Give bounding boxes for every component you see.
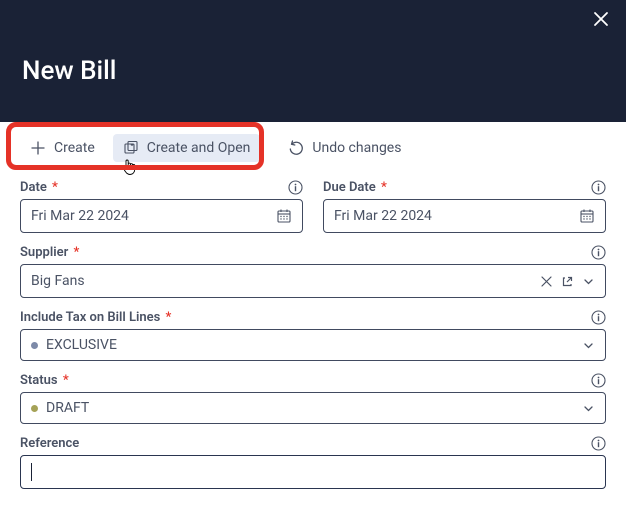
supplier-label: Supplier *: [20, 245, 79, 260]
external-link-icon[interactable]: [561, 275, 574, 288]
info-icon[interactable]: [288, 180, 303, 195]
undo-label: Undo changes: [312, 140, 401, 156]
reference-label: Reference: [20, 436, 79, 451]
reference-text-input[interactable]: [40, 464, 595, 480]
form-content: Date * Fri Mar 22 2024 Due Date * Fri: [0, 174, 626, 495]
supplier-input[interactable]: Big Fans: [20, 264, 606, 298]
status-label: Status *: [20, 373, 69, 388]
status-dot-icon: [31, 405, 38, 412]
date-input[interactable]: Fri Mar 22 2024: [20, 199, 303, 233]
plus-icon: [30, 140, 46, 156]
undo-icon: [288, 140, 304, 156]
create-open-icon: [123, 140, 139, 156]
supplier-value: Big Fans: [31, 273, 532, 289]
calendar-icon[interactable]: [579, 208, 595, 224]
toolbar: Create Create and Open Undo changes: [0, 122, 626, 174]
status-value: DRAFT: [46, 400, 574, 416]
status-select[interactable]: DRAFT: [20, 392, 606, 424]
chevron-down-icon[interactable]: [582, 339, 595, 352]
info-icon[interactable]: [591, 436, 606, 451]
date-value: Fri Mar 22 2024: [31, 208, 268, 224]
undo-button[interactable]: Undo changes: [278, 134, 411, 162]
status-field: Status * DRAFT: [20, 373, 606, 424]
info-icon[interactable]: [591, 373, 606, 388]
tax-field: Include Tax on Bill Lines * EXCLUSIVE: [20, 310, 606, 361]
reference-field: Reference: [20, 436, 606, 489]
create-label: Create: [54, 140, 95, 156]
chevron-down-icon[interactable]: [582, 275, 595, 288]
create-button[interactable]: Create: [20, 134, 105, 162]
info-icon[interactable]: [591, 310, 606, 325]
supplier-field: Supplier * Big Fans: [20, 245, 606, 298]
page-title: New Bill: [22, 56, 116, 86]
due-date-field: Due Date * Fri Mar 22 2024: [323, 180, 606, 233]
status-dot-icon: [31, 342, 38, 349]
create-and-open-button[interactable]: Create and Open: [113, 134, 261, 162]
close-icon[interactable]: [592, 10, 610, 28]
date-field: Date * Fri Mar 22 2024: [20, 180, 303, 233]
calendar-icon[interactable]: [276, 208, 292, 224]
info-icon[interactable]: [591, 180, 606, 195]
due-date-input[interactable]: Fri Mar 22 2024: [323, 199, 606, 233]
date-label: Date *: [20, 180, 58, 195]
clear-icon[interactable]: [540, 275, 553, 288]
due-date-value: Fri Mar 22 2024: [334, 208, 571, 224]
create-open-label: Create and Open: [147, 140, 251, 156]
due-date-label: Due Date *: [323, 180, 387, 195]
tax-value: EXCLUSIVE: [46, 337, 574, 353]
chevron-down-icon[interactable]: [582, 402, 595, 415]
reference-input[interactable]: [20, 455, 606, 489]
tax-label: Include Tax on Bill Lines *: [20, 310, 171, 325]
tax-select[interactable]: EXCLUSIVE: [20, 329, 606, 361]
modal-header: New Bill: [0, 0, 626, 122]
text-cursor: [31, 463, 32, 481]
info-icon[interactable]: [591, 245, 606, 260]
